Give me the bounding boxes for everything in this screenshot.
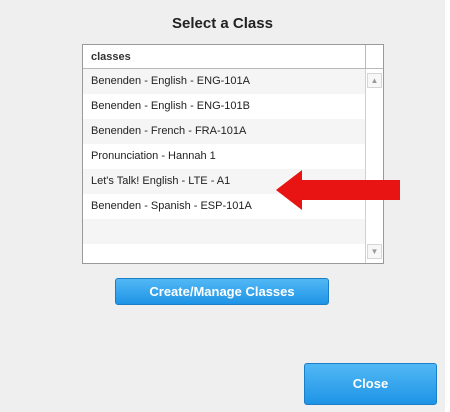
list-item[interactable]: Pronunciation - Hannah 1 — [83, 144, 365, 169]
list-item[interactable]: Benenden - English - ENG-101B — [83, 94, 365, 119]
header-corner — [365, 45, 383, 69]
list-scrollbar[interactable]: ▲ ▼ — [365, 69, 383, 263]
red-arrow-icon — [276, 170, 400, 210]
classes-list: classes Benenden - English - ENG-101A Be… — [82, 44, 384, 264]
close-button[interactable]: Close — [304, 363, 437, 405]
window-edge — [445, 0, 450, 412]
create-manage-classes-button[interactable]: Create/Manage Classes — [115, 278, 329, 305]
list-item[interactable]: Benenden - English - ENG-101A — [83, 69, 365, 94]
dialog-title: Select a Class — [172, 15, 273, 32]
list-item-empty — [83, 244, 365, 263]
list-item[interactable]: Benenden - French - FRA-101A — [83, 119, 365, 144]
scroll-up-icon[interactable]: ▲ — [367, 73, 382, 88]
arrow-left-icon — [276, 170, 400, 210]
select-class-dialog: Select a Class classes Benenden - Englis… — [0, 0, 446, 412]
classes-rows: Benenden - English - ENG-101A Benenden -… — [83, 69, 365, 263]
list-item-empty — [83, 219, 365, 244]
classes-column-header[interactable]: classes — [83, 45, 365, 69]
scroll-down-icon[interactable]: ▼ — [367, 244, 382, 259]
